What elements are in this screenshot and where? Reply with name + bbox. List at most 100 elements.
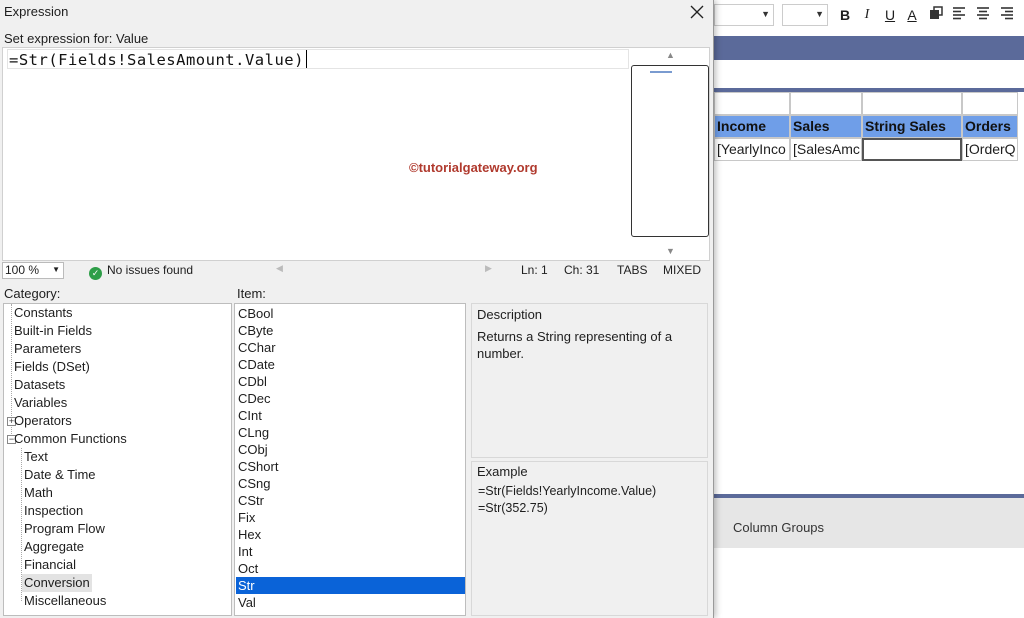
bold-button[interactable]: B [835, 4, 855, 26]
tablix-handle[interactable] [790, 92, 862, 115]
item-fix[interactable]: Fix [236, 509, 465, 526]
line-ending-indicator[interactable]: MIXED [663, 263, 701, 277]
category-math[interactable]: Math [24, 484, 53, 502]
category-conversion[interactable]: Conversion [22, 574, 92, 592]
selected-detail-cell[interactable] [862, 138, 962, 161]
scroll-left-icon[interactable]: ◀ [276, 263, 283, 274]
text-cursor [305, 50, 307, 68]
set-expression-label: Set expression for: Value [4, 31, 149, 46]
item-cstr[interactable]: CStr [236, 492, 465, 509]
category-operators[interactable]: Operators [14, 412, 72, 430]
category-financial[interactable]: Financial [24, 556, 76, 574]
category-variables[interactable]: Variables [14, 394, 67, 412]
scroll-right-icon[interactable]: ▶ [485, 263, 492, 274]
category-constants[interactable]: Constants [14, 304, 73, 322]
example-title: Example [477, 464, 528, 479]
chevron-down-icon: ▼ [52, 265, 60, 274]
tablix[interactable]: Income Sales String Sales Orders [Yearly… [714, 92, 1020, 161]
item-label: Item: [237, 286, 266, 301]
issues-indicator[interactable]: ✓ No issues found [89, 263, 193, 280]
category-tree[interactable]: Constants Built-in Fields Parameters Fie… [3, 303, 232, 616]
detail-cell[interactable]: [SalesAmc [790, 138, 862, 161]
category-label: Category: [4, 286, 61, 301]
category-text[interactable]: Text [24, 448, 48, 466]
chevron-down-icon: ▼ [761, 9, 770, 19]
item-oct[interactable]: Oct [236, 560, 465, 577]
italic-button[interactable]: I [857, 4, 877, 26]
category-parameters[interactable]: Parameters [14, 340, 81, 358]
description-text: Returns a String representing of a numbe… [477, 329, 673, 361]
category-fields[interactable]: Fields (DSet) [14, 358, 90, 376]
watermark: ©tutorialgateway.org [409, 160, 538, 175]
item-cdec[interactable]: CDec [236, 390, 465, 407]
category-built-in-fields[interactable]: Built-in Fields [14, 322, 92, 340]
item-val[interactable]: Val [236, 594, 465, 611]
font-color-button[interactable]: A [902, 4, 922, 26]
char-number: Ch: 31 [564, 263, 600, 277]
item-int[interactable]: Int [236, 543, 465, 560]
expression-code[interactable]: =Str(Fields!SalesAmount.Value) [9, 51, 304, 69]
category-program-flow[interactable]: Program Flow [24, 520, 105, 538]
header-cell[interactable]: String Sales [862, 115, 962, 138]
scroll-up-icon[interactable]: ▲ [666, 50, 675, 60]
item-csng[interactable]: CSng [236, 475, 465, 492]
item-cbool[interactable]: CBool [236, 305, 465, 322]
item-cshort[interactable]: CShort [236, 458, 465, 475]
align-right-icon[interactable] [997, 4, 1017, 26]
category-datasets[interactable]: Datasets [14, 376, 65, 394]
category-aggregate[interactable]: Aggregate [24, 538, 84, 556]
scroll-down-icon[interactable]: ▼ [666, 246, 675, 256]
dialog-title: Expression [4, 4, 69, 19]
zoom-value: 100 % [5, 263, 40, 277]
minimap-line [650, 71, 672, 73]
item-cbyte[interactable]: CByte [236, 322, 465, 339]
expression-text[interactable]: =Str(Fields!SalesAmount.Value) [9, 50, 307, 69]
category-inspection[interactable]: Inspection [24, 502, 83, 520]
minimap[interactable] [631, 65, 709, 237]
expression-dialog: Expression Set expression for: Value =St… [0, 0, 714, 618]
tablix-handle[interactable] [714, 92, 790, 115]
category-date-time[interactable]: Date & Time [24, 466, 96, 484]
underline-button[interactable]: U [880, 4, 900, 26]
tablix-header-row: Income Sales String Sales Orders [714, 115, 1020, 138]
close-icon[interactable] [688, 1, 706, 24]
header-cell[interactable]: Sales [790, 115, 862, 138]
item-list[interactable]: CBool CByte CChar CDate CDbl CDec CInt CLng CObj… [234, 303, 466, 616]
example-line: =Str(Fields!YearlyIncome.Value) [478, 484, 657, 498]
header-cell[interactable]: Orders [962, 115, 1018, 138]
category-miscellaneous[interactable]: Miscellaneous [24, 592, 106, 610]
tablix-detail-row: [YearlyInco [SalesAmc [OrderQ [714, 138, 1020, 161]
item-hex[interactable]: Hex [236, 526, 465, 543]
column-groups-pane: Column Groups [714, 494, 1024, 548]
fill-color-icon[interactable] [926, 4, 946, 26]
tabs-indicator[interactable]: TABS [617, 263, 647, 277]
item-cchar[interactable]: CChar [236, 339, 465, 356]
item-cint[interactable]: CInt [236, 407, 465, 424]
example-line: =Str(352.75) [478, 501, 548, 515]
zoom-combo[interactable]: 100 % ▼ [2, 262, 64, 279]
tablix-handle[interactable] [962, 92, 1018, 115]
item-str[interactable]: Str [236, 577, 465, 594]
category-common-functions[interactable]: Common Functions [14, 430, 127, 448]
item-cobj[interactable]: CObj [236, 441, 465, 458]
description-title: Description [477, 307, 543, 322]
tablix-handle[interactable] [862, 92, 962, 115]
item-clng[interactable]: CLng [236, 424, 465, 441]
align-left-icon[interactable] [949, 4, 969, 26]
detail-cell[interactable]: [YearlyInco [714, 138, 790, 161]
font-size-combo[interactable]: ▼ [782, 4, 828, 26]
description-panel: Description Returns a String representin… [471, 303, 708, 458]
expression-editor[interactable]: =Str(Fields!SalesAmount.Value) ©tutorial… [2, 47, 710, 261]
chevron-down-icon: ▼ [815, 9, 824, 19]
example-panel: Example =Str(Fields!YearlyIncome.Value) … [471, 461, 708, 616]
align-center-icon[interactable] [973, 4, 993, 26]
check-circle-icon: ✓ [89, 267, 102, 280]
font-name-combo[interactable]: ▼ [714, 4, 774, 26]
item-cdbl[interactable]: CDbl [236, 373, 465, 390]
item-cdate[interactable]: CDate [236, 356, 465, 373]
detail-cell[interactable]: [OrderQ [962, 138, 1018, 161]
line-number: Ln: 1 [521, 263, 548, 277]
header-cell[interactable]: Income [714, 115, 790, 138]
formatting-toolbar: ▼ ▼ B I U A [714, 0, 1024, 30]
issues-text: No issues found [107, 263, 194, 277]
